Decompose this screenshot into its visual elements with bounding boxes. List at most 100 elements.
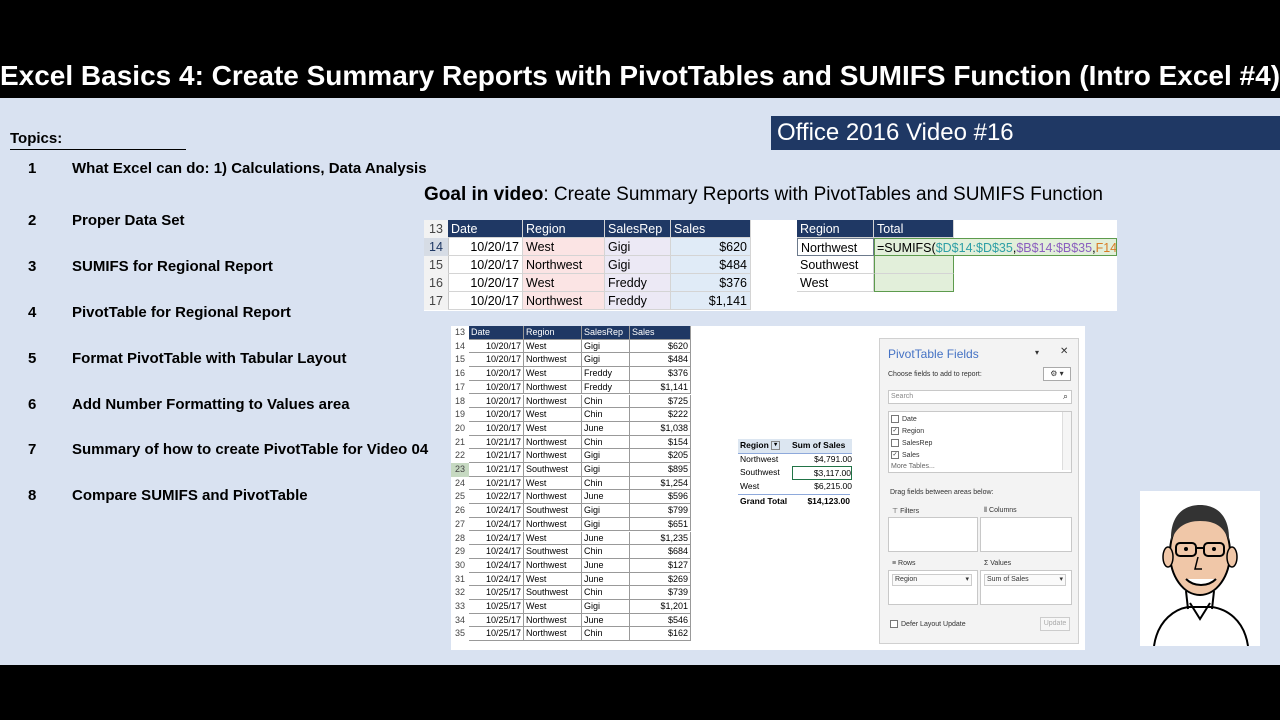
filters-area[interactable] <box>888 517 978 552</box>
table-cell[interactable]: 10/21/17 <box>469 463 524 477</box>
checkbox-checked-icon[interactable]: ✓ <box>891 451 899 459</box>
table-cell[interactable]: Northwest <box>524 627 582 642</box>
table-cell[interactable]: Chin <box>582 476 630 491</box>
data-cell[interactable]: $1,141 <box>671 292 751 310</box>
rows-field-region[interactable]: Region ▾ <box>892 574 972 586</box>
summary-region-west[interactable]: West <box>797 274 874 292</box>
pivot-row-value[interactable]: $3,117.00 <box>792 466 852 481</box>
table-cell[interactable]: $739 <box>630 586 691 600</box>
pivot-row-value[interactable]: $6,215.00 <box>792 480 852 494</box>
table-cell[interactable]: 10/20/17 <box>469 380 524 395</box>
table-cell[interactable]: 10/25/17 <box>469 613 524 628</box>
data-cell[interactable]: $620 <box>671 238 751 256</box>
values-area[interactable]: Sum of Sales ▾ <box>980 570 1072 605</box>
table-cell[interactable]: West <box>524 339 582 354</box>
close-icon[interactable]: ✕ <box>1060 346 1068 357</box>
sumifs-formula-cell[interactable]: =SUMIFS($D$14:$D$35,$B$14:$B$35,F14) <box>874 238 1117 256</box>
table-cell[interactable]: 10/21/17 <box>469 476 524 491</box>
pivot-header-region[interactable]: Region ▾ <box>738 439 794 454</box>
table-cell[interactable]: 10/21/17 <box>469 449 524 463</box>
data-cell[interactable]: Gigi <box>605 238 671 256</box>
values-field-sum-of-sales[interactable]: Sum of Sales ▾ <box>984 574 1066 586</box>
table-cell[interactable]: 10/24/17 <box>469 558 524 573</box>
table-cell[interactable]: 10/21/17 <box>469 435 524 450</box>
table-cell[interactable]: $725 <box>630 394 691 409</box>
table-cell[interactable]: West <box>524 367 582 381</box>
summary-header-total[interactable]: Total <box>874 220 954 238</box>
table-cell[interactable]: 10/24/17 <box>469 572 524 587</box>
gear-icon[interactable]: ⚙ ▾ <box>1043 367 1071 381</box>
data-cell[interactable]: 10/20/17 <box>448 256 523 274</box>
data-cell[interactable]: West <box>523 238 605 256</box>
table-cell[interactable]: June <box>582 572 630 587</box>
table-cell[interactable]: West <box>524 421 582 436</box>
table-cell[interactable]: 10/20/17 <box>469 339 524 354</box>
table-cell[interactable]: $1,141 <box>630 380 691 395</box>
summary-total-west[interactable] <box>874 274 954 292</box>
table-cell[interactable]: $684 <box>630 545 691 559</box>
checkbox-icon[interactable] <box>891 439 899 447</box>
more-tables-link[interactable]: More Tables... <box>891 463 935 470</box>
defer-layout-checkbox[interactable]: Defer Layout Update <box>890 620 966 628</box>
table-cell[interactable]: Gigi <box>582 463 630 477</box>
filter-dropdown-icon[interactable]: ▾ <box>771 441 781 451</box>
data-cell[interactable]: 10/20/17 <box>448 274 523 292</box>
field-item[interactable]: ✓ Sales <box>891 451 920 459</box>
table-cell[interactable]: 10/25/17 <box>469 586 524 600</box>
table-cell[interactable]: $799 <box>630 504 691 518</box>
table-cell[interactable]: $269 <box>630 572 691 587</box>
table-cell[interactable]: Southwest <box>524 586 582 600</box>
table-cell[interactable]: $1,201 <box>630 600 691 614</box>
data-cell[interactable]: Northwest <box>523 292 605 310</box>
table-cell[interactable]: Northwest <box>524 558 582 573</box>
table-cell[interactable]: Gigi <box>582 339 630 354</box>
table-cell[interactable]: June <box>582 421 630 436</box>
summary-region-southwest[interactable]: Southwest <box>797 256 874 274</box>
pivot-grand-total-value[interactable]: $14,123.00 <box>792 494 850 509</box>
column-header[interactable]: SalesRep <box>605 220 671 238</box>
field-search-input[interactable]: Search ⌕ <box>888 390 1072 404</box>
table-cell[interactable]: 10/20/17 <box>469 367 524 381</box>
table-cell[interactable]: Gigi <box>582 353 630 368</box>
pivot-row-label[interactable]: West <box>738 480 794 494</box>
column-header[interactable]: Date <box>469 326 524 340</box>
pivot-grand-total-label[interactable]: Grand Total <box>738 494 794 509</box>
table-cell[interactable]: Southwest <box>524 463 582 477</box>
table-cell[interactable]: 10/25/17 <box>469 627 524 642</box>
table-cell[interactable]: Freddy <box>582 367 630 381</box>
column-header[interactable]: Sales <box>630 326 691 340</box>
pane-options-chevron-icon[interactable]: ▾ <box>1035 348 1039 357</box>
table-cell[interactable]: June <box>582 613 630 628</box>
column-header[interactable]: Region <box>523 220 605 238</box>
field-item[interactable]: ✓ Region <box>891 427 924 435</box>
table-cell[interactable]: 10/22/17 <box>469 490 524 505</box>
table-cell[interactable]: West <box>524 572 582 587</box>
data-cell[interactable]: Gigi <box>605 256 671 274</box>
table-cell[interactable]: $620 <box>630 339 691 354</box>
table-cell[interactable]: West <box>524 408 582 422</box>
table-cell[interactable]: Chin <box>582 435 630 450</box>
data-cell[interactable]: $376 <box>671 274 751 292</box>
data-cell[interactable]: West <box>523 274 605 292</box>
table-cell[interactable]: Northwest <box>524 517 582 532</box>
table-cell[interactable]: Northwest <box>524 613 582 628</box>
table-cell[interactable]: Southwest <box>524 545 582 559</box>
table-cell[interactable]: $162 <box>630 627 691 642</box>
table-cell[interactable]: $154 <box>630 435 691 450</box>
table-cell[interactable]: $484 <box>630 353 691 368</box>
data-cell[interactable]: 10/20/17 <box>448 238 523 256</box>
table-cell[interactable]: Northwest <box>524 490 582 505</box>
table-cell[interactable]: Northwest <box>524 435 582 450</box>
summary-region-northwest[interactable]: Northwest <box>797 238 874 256</box>
column-header[interactable]: Date <box>448 220 523 238</box>
pivot-header-sum[interactable]: Sum of Sales <box>792 439 852 454</box>
table-cell[interactable]: Chin <box>582 408 630 422</box>
table-cell[interactable]: $1,235 <box>630 531 691 546</box>
table-cell[interactable]: West <box>524 531 582 546</box>
table-cell[interactable]: 10/20/17 <box>469 421 524 436</box>
data-cell[interactable]: Freddy <box>605 292 671 310</box>
table-cell[interactable]: Northwest <box>524 380 582 395</box>
table-cell[interactable]: $222 <box>630 408 691 422</box>
checkbox-icon[interactable] <box>891 415 899 423</box>
table-cell[interactable]: June <box>582 490 630 505</box>
